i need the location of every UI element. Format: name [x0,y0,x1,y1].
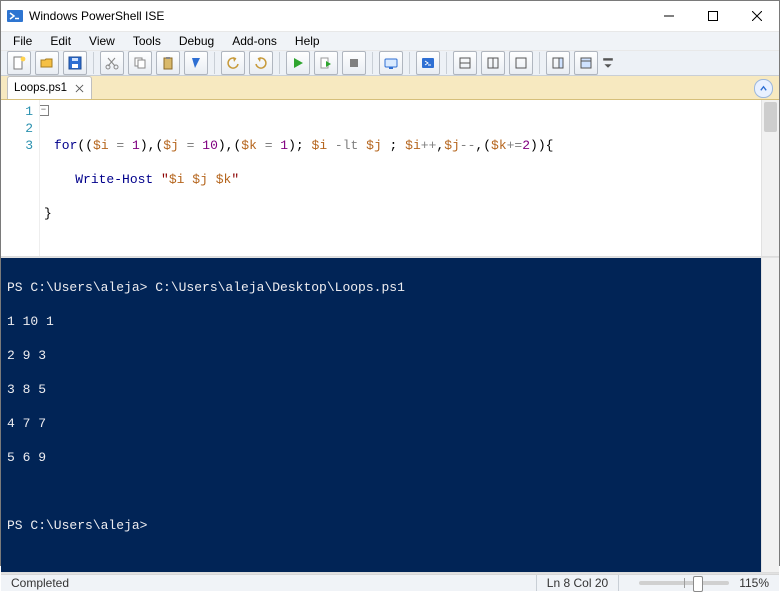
toolbar-separator [372,52,373,74]
menu-help[interactable]: Help [287,32,328,50]
run-script-button[interactable] [286,51,310,75]
show-script-pane-max-button[interactable] [509,51,533,75]
console-line: 5 6 9 [7,449,755,466]
toolbar-separator [446,52,447,74]
statusbar: Completed Ln 8 Col 20 115% [1,574,779,591]
console-vertical-scrollbar[interactable] [761,258,779,572]
toolbar-separator [539,52,540,74]
editor-content[interactable]: − for(($i = 1),($j = 10),($k = 1); $i -l… [40,100,761,256]
app-window: Windows PowerShell ISE File Edit View To… [0,0,780,566]
status-text: Completed [11,576,69,590]
console-prompt[interactable]: PS C:\Users\aleja> [7,517,755,534]
line-number: 2 [1,120,33,137]
console-line: 4 7 7 [7,415,755,432]
copy-button[interactable] [128,51,152,75]
start-powershell-button[interactable] [416,51,440,75]
editor-gutter: 1 2 3 [1,100,40,256]
status-separator [618,575,619,591]
collapse-script-pane-button[interactable] [754,79,773,98]
console-line: 3 8 5 [7,381,755,398]
clear-console-button[interactable] [184,51,208,75]
show-command-addon-button[interactable] [546,51,570,75]
console-line: 2 9 3 [7,347,755,364]
open-file-button[interactable] [35,51,59,75]
toolbar-separator [214,52,215,74]
toolbar-separator [409,52,410,74]
file-tab-strip: Loops.ps1 [1,76,779,100]
console-output[interactable]: PS C:\Users\aleja> C:\Users\aleja\Deskto… [1,258,761,572]
run-selection-button[interactable] [314,51,338,75]
toolbar-separator [279,52,280,74]
stop-button[interactable] [342,51,366,75]
app-icon [7,8,23,24]
menu-addons[interactable]: Add-ons [224,32,285,50]
script-editor[interactable]: 1 2 3 − for(($i = 1),($j = 10),($k = 1);… [1,100,779,257]
status-separator [536,575,537,591]
cut-button[interactable] [100,51,124,75]
console-pane: PS C:\Users\aleja> C:\Users\aleja\Deskto… [1,258,779,573]
menu-view[interactable]: View [81,32,123,50]
zoom-slider-center-tick [684,578,685,588]
undo-button[interactable] [221,51,245,75]
menu-tools[interactable]: Tools [125,32,169,50]
cursor-position: Ln 8 Col 20 [547,576,608,590]
show-script-pane-right-button[interactable] [481,51,505,75]
editor-vertical-scrollbar[interactable] [761,100,779,256]
console-line: PS C:\Users\aleja> C:\Users\aleja\Deskto… [7,279,755,296]
menu-debug[interactable]: Debug [171,32,222,50]
window-title: Windows PowerShell ISE [29,9,164,23]
console-line [7,483,755,500]
console-line: 1 10 1 [7,313,755,330]
paste-button[interactable] [156,51,180,75]
menubar: File Edit View Tools Debug Add-ons Help [1,31,779,51]
show-command-window-button[interactable] [574,51,598,75]
zoom-slider-handle[interactable] [693,576,703,592]
redo-button[interactable] [249,51,273,75]
line-number: 3 [1,137,33,154]
file-tab[interactable]: Loops.ps1 [7,76,92,99]
show-script-pane-top-button[interactable] [453,51,477,75]
save-button[interactable] [63,51,87,75]
close-tab-button[interactable] [73,82,85,94]
zoom-slider[interactable] [639,581,729,585]
new-remote-tab-button[interactable] [379,51,403,75]
toolbar-overflow-button[interactable] [602,52,614,74]
close-button[interactable] [735,1,779,31]
toolbar [1,51,779,76]
line-number: 1 [1,103,33,120]
titlebar: Windows PowerShell ISE [1,1,779,31]
menu-edit[interactable]: Edit [42,32,79,50]
new-file-button[interactable] [7,51,31,75]
toolbar-separator [93,52,94,74]
file-tab-label: Loops.ps1 [14,82,67,94]
fold-toggle-icon[interactable]: − [40,105,49,116]
menu-file[interactable]: File [5,32,40,50]
zoom-level: 115% [739,576,769,590]
maximize-button[interactable] [691,1,735,31]
minimize-button[interactable] [647,1,691,31]
